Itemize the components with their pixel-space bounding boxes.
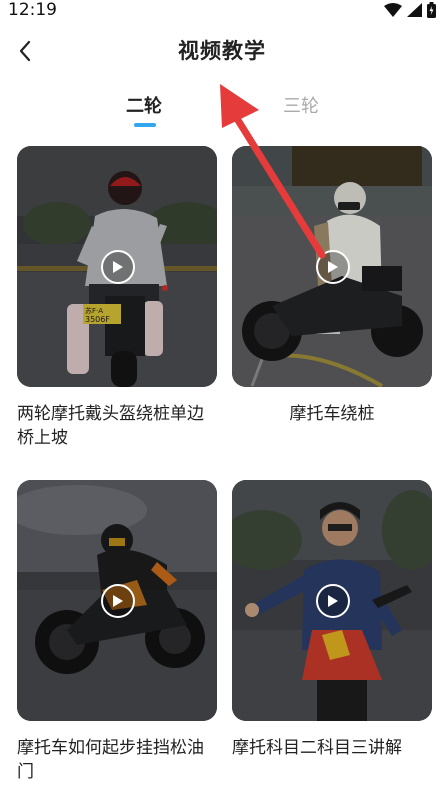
video-title: 摩托科目二科目三讲解 bbox=[232, 738, 402, 758]
video-card[interactable]: 苏F·A 3506F 两轮摩托戴头盔绕桩单边桥上坡 bbox=[17, 146, 217, 450]
play-icon bbox=[328, 261, 338, 273]
tab-selected-indicator bbox=[134, 123, 156, 127]
play-icon bbox=[113, 261, 123, 273]
video-thumbnail[interactable]: 苏F·A 3506F bbox=[17, 146, 217, 387]
tab-three-wheel[interactable]: 三轮 bbox=[283, 92, 319, 122]
play-icon bbox=[113, 595, 123, 607]
video-thumbnail[interactable] bbox=[232, 146, 432, 387]
page-title: 视频教学 bbox=[178, 39, 266, 63]
cellular-signal-icon bbox=[407, 3, 422, 17]
video-title: 摩托车绕桩 bbox=[289, 404, 375, 424]
status-bar: 12:19 bbox=[0, 0, 444, 20]
play-icon bbox=[328, 595, 338, 607]
video-title: 两轮摩托戴头盔绕桩单边桥上坡 bbox=[17, 404, 204, 448]
video-thumbnail[interactable] bbox=[232, 480, 432, 721]
video-card[interactable]: 摩托车如何起步挂挡松油门 bbox=[17, 480, 217, 784]
play-button[interactable] bbox=[101, 584, 135, 618]
status-icons bbox=[384, 2, 436, 18]
tab-two-wheel[interactable]: 二轮 bbox=[126, 92, 162, 122]
status-time: 12:19 bbox=[8, 0, 57, 20]
wifi-icon bbox=[384, 3, 402, 17]
video-card[interactable]: 摩托科目二科目三讲解 bbox=[232, 480, 432, 760]
play-button[interactable] bbox=[316, 584, 350, 618]
video-thumbnail[interactable] bbox=[17, 480, 217, 721]
video-card[interactable]: 摩托车绕桩 bbox=[232, 146, 432, 426]
video-tutorial-screen: 12:19 视频教学 二轮 三轮 苏F·A 3506F 两轮摩托戴头盔绕桩单边桥… bbox=[0, 0, 444, 795]
video-title: 摩托车如何起步挂挡松油门 bbox=[17, 738, 204, 782]
play-button[interactable] bbox=[101, 250, 135, 284]
play-button[interactable] bbox=[316, 250, 350, 284]
battery-icon bbox=[427, 2, 436, 18]
